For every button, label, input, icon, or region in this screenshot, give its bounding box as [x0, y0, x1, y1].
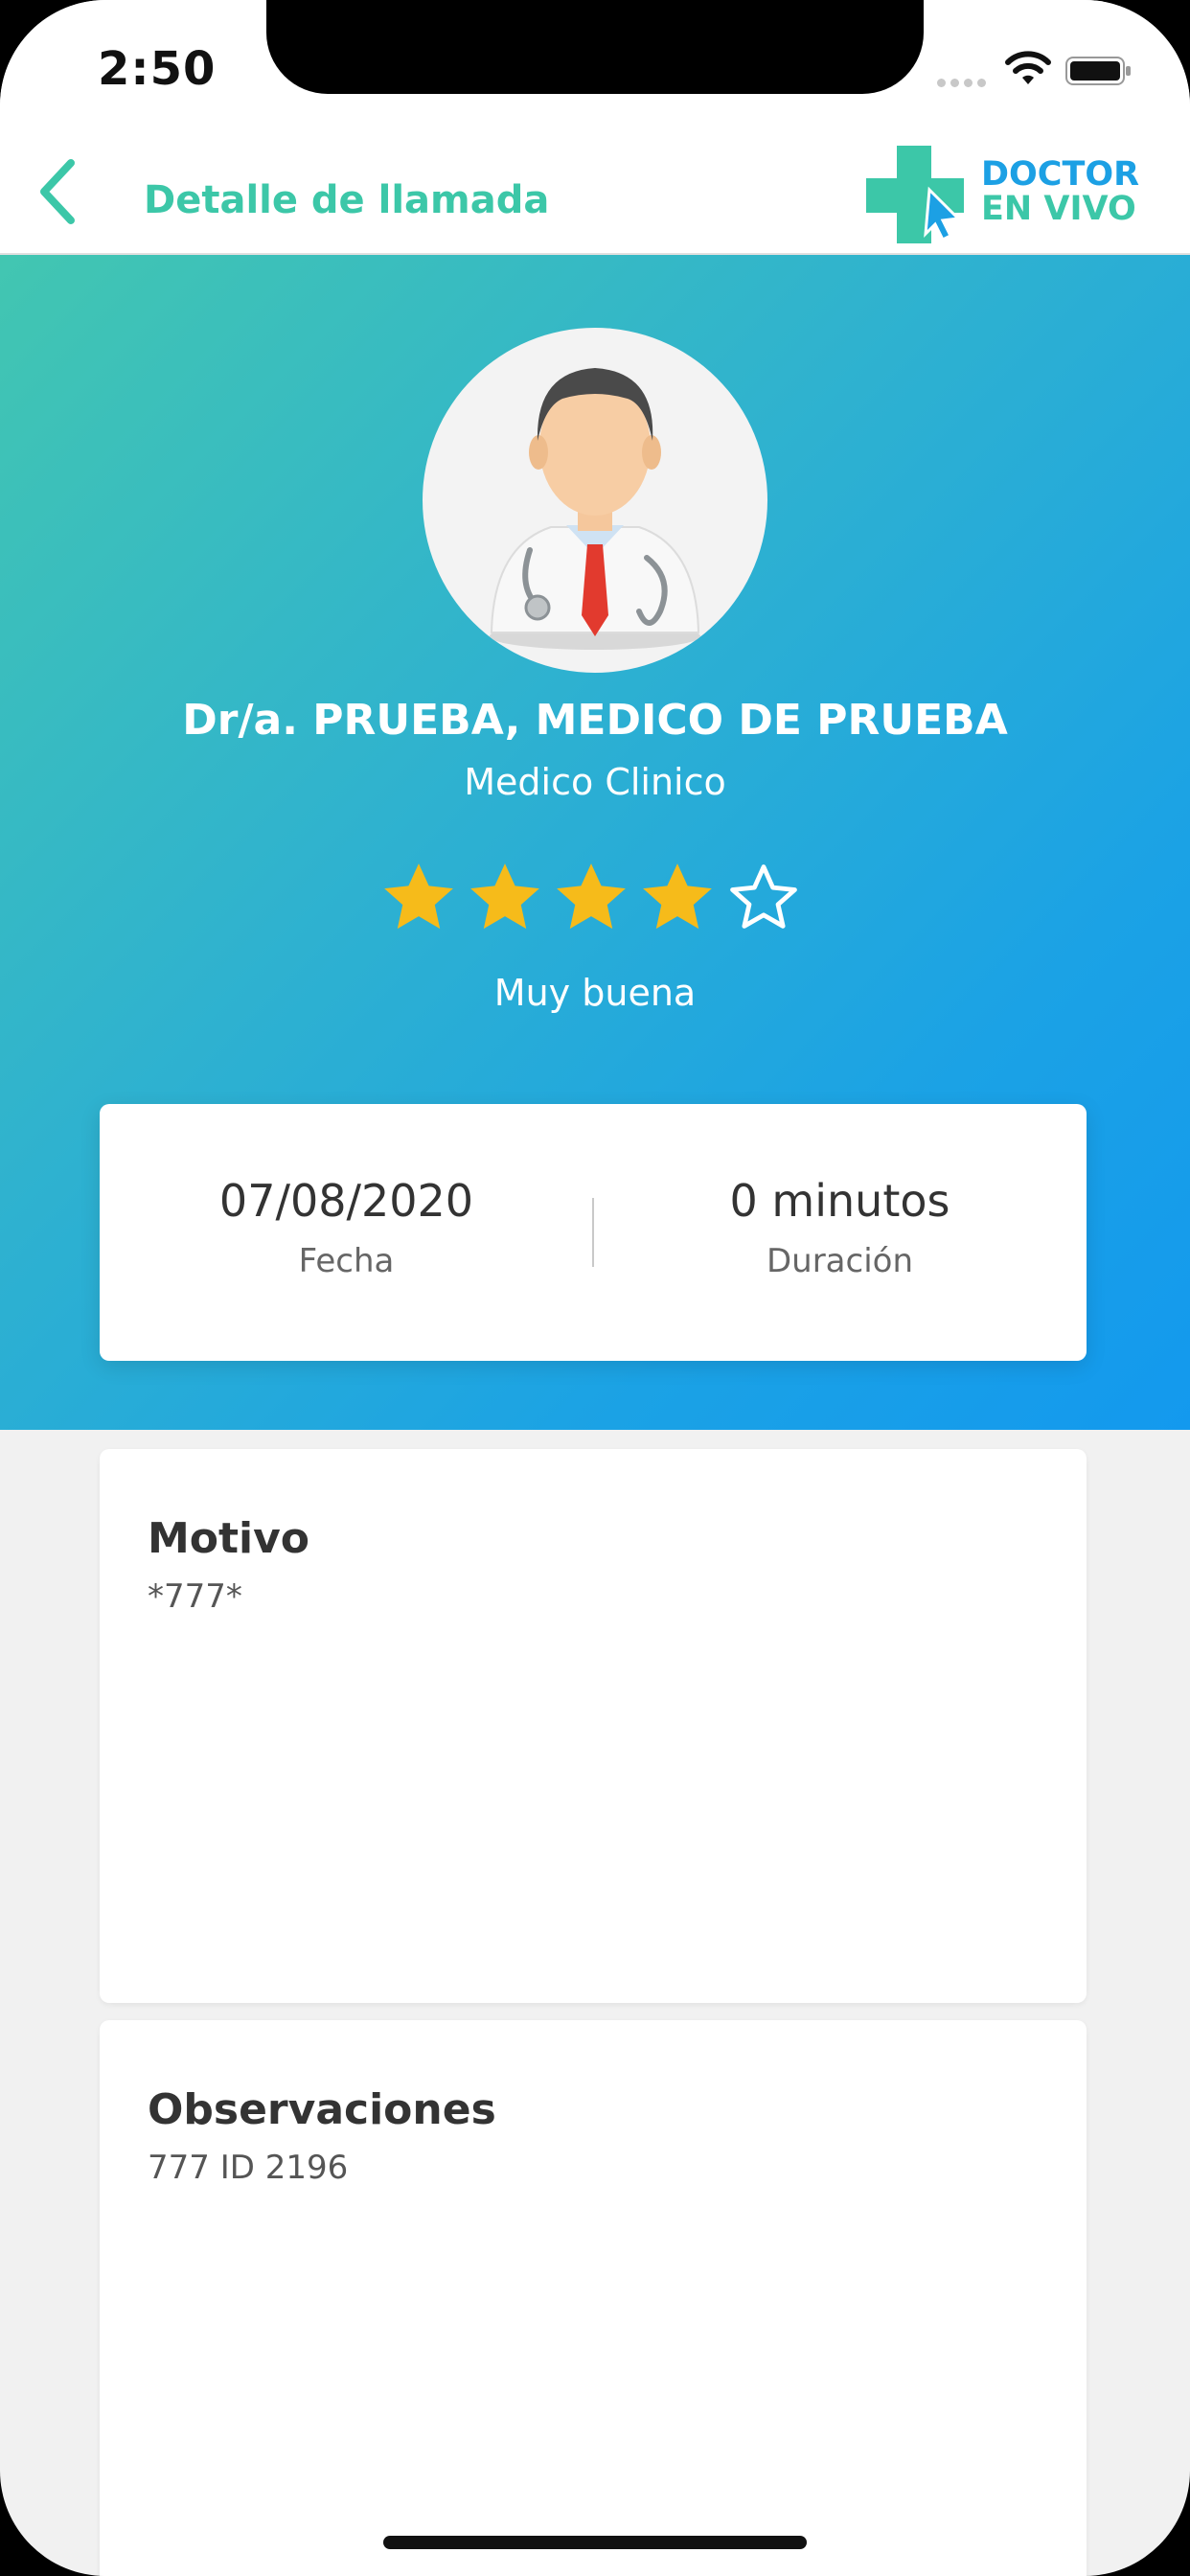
home-indicator[interactable]	[383, 2536, 807, 2549]
doctor-specialty: Medico Clinico	[464, 761, 726, 803]
doctor-avatar-icon	[423, 328, 767, 673]
observaciones-title: Observaciones	[148, 2085, 496, 2134]
device-notch	[266, 0, 924, 94]
call-date-label: Fecha	[298, 1242, 395, 1280]
call-duration-value: 0 minutos	[729, 1175, 950, 1227]
doctor-name: Dr/a. PRUEBA, MEDICO DE PRUEBA	[182, 696, 1008, 745]
battery-icon	[1065, 57, 1131, 85]
call-date-value: 07/08/2020	[218, 1175, 474, 1227]
doctor-header: Dr/a. PRUEBA, MEDICO DE PRUEBA Medico Cl…	[0, 255, 1190, 1430]
date-column: 07/08/2020 Fecha	[100, 1175, 593, 1280]
rating-label: Muy buena	[493, 972, 697, 1014]
status-bar: 2:50	[0, 0, 1190, 125]
app-screen: 2:50 Detalle de llamada DOCTOR EN VIVO D…	[0, 0, 1190, 2576]
observaciones-value: 777 ID 2196	[148, 2149, 349, 2187]
back-chevron-icon[interactable]	[31, 153, 88, 230]
signal-icon	[937, 73, 991, 91]
status-time: 2:50	[98, 42, 217, 96]
star-filled-icon	[384, 863, 453, 930]
medical-cross-icon	[866, 146, 964, 243]
motivo-value: *777*	[148, 1577, 242, 1616]
observaciones-card: Observaciones 777 ID 2196	[100, 2020, 1087, 2576]
star-filled-icon	[470, 863, 539, 930]
brand-line-1: DOCTOR	[981, 155, 1140, 194]
nav-bar: Detalle de llamada DOCTOR EN VIVO	[0, 125, 1190, 255]
rating-stars	[379, 859, 811, 945]
brand-logo: DOCTOR EN VIVO	[862, 132, 1159, 249]
star-outline-icon	[730, 864, 797, 929]
brand-line-2: EN VIVO	[981, 190, 1136, 228]
brand-wordmark: DOCTOR EN VIVO	[981, 157, 1139, 226]
call-summary-card: 07/08/2020 Fecha 0 minutos Duración	[100, 1104, 1087, 1361]
page-title: Detalle de llamada	[144, 178, 550, 222]
star-filled-icon	[557, 863, 626, 930]
motivo-card: Motivo *777*	[100, 1449, 1087, 2003]
call-duration-label: Duración	[766, 1242, 914, 1280]
star-filled-icon	[643, 863, 712, 930]
duration-column: 0 minutos Duración	[593, 1175, 1087, 1280]
wifi-icon	[1005, 51, 1051, 84]
motivo-title: Motivo	[148, 1514, 310, 1563]
